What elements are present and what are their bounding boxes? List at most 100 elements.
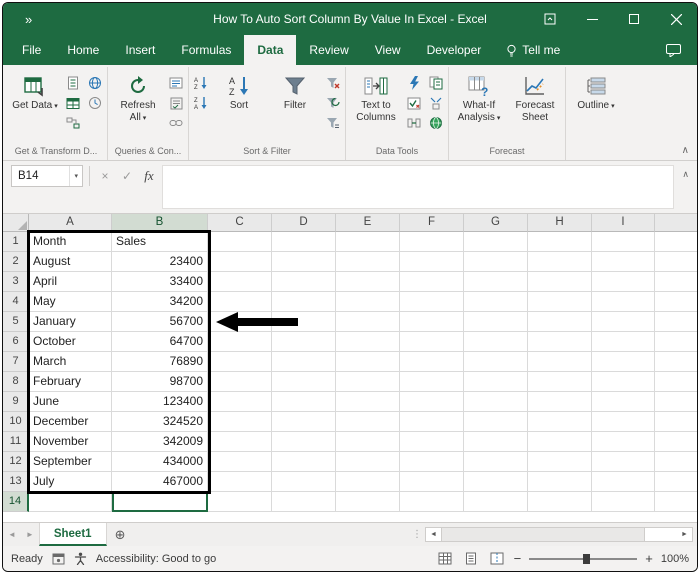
row-header-3[interactable]: 3 — [3, 272, 29, 292]
cell-I3[interactable] — [592, 272, 655, 292]
outline-button[interactable]: Outline — [569, 70, 623, 114]
cell-I5[interactable] — [592, 312, 655, 332]
sort-az-icon[interactable]: AZ — [192, 75, 210, 91]
cell-A3[interactable]: April — [29, 272, 112, 292]
confirm-entry-icon[interactable]: ✓ — [118, 165, 136, 187]
from-text-csv-icon[interactable] — [64, 75, 82, 91]
row-header-6[interactable]: 6 — [3, 332, 29, 352]
get-data-button[interactable]: Get Data — [8, 70, 62, 114]
cell-I2[interactable] — [592, 252, 655, 272]
cell-D10[interactable] — [272, 412, 336, 432]
forecast-sheet-button[interactable]: Forecast Sheet — [508, 70, 562, 126]
row-header-2[interactable]: 2 — [3, 252, 29, 272]
cell-I1[interactable] — [592, 232, 655, 252]
cell-B10[interactable]: 324520 — [112, 412, 208, 432]
cell-H1[interactable] — [528, 232, 592, 252]
cell-H3[interactable] — [528, 272, 592, 292]
cell-I6[interactable] — [592, 332, 655, 352]
column-header-B[interactable]: B — [112, 214, 208, 232]
cell-A6[interactable]: October — [29, 332, 112, 352]
cell-A13[interactable]: July — [29, 472, 112, 492]
zoom-level[interactable]: 100% — [661, 553, 689, 565]
name-box[interactable]: B14 — [11, 165, 83, 187]
cell-D9[interactable] — [272, 392, 336, 412]
cell-F10[interactable] — [400, 412, 464, 432]
cell-C6[interactable] — [208, 332, 272, 352]
cell-E14[interactable] — [336, 492, 400, 512]
sheet-nav-left-icon[interactable]: ◄ — [3, 530, 21, 539]
column-header-C[interactable]: C — [208, 214, 272, 232]
cell-D2[interactable] — [272, 252, 336, 272]
normal-view-icon[interactable] — [436, 550, 454, 568]
column-header-H[interactable]: H — [528, 214, 592, 232]
cell-G3[interactable] — [464, 272, 528, 292]
cell-E2[interactable] — [336, 252, 400, 272]
cell-F13[interactable] — [400, 472, 464, 492]
refresh-all-button[interactable]: Refresh All — [111, 70, 165, 126]
cell-D5[interactable] — [272, 312, 336, 332]
tab-formulas[interactable]: Formulas — [168, 35, 244, 65]
cell-B8[interactable]: 98700 — [112, 372, 208, 392]
row-header-11[interactable]: 11 — [3, 432, 29, 452]
cell-F3[interactable] — [400, 272, 464, 292]
row-header-5[interactable]: 5 — [3, 312, 29, 332]
macro-record-icon[interactable] — [52, 553, 65, 565]
cell-F12[interactable] — [400, 452, 464, 472]
cell-H7[interactable] — [528, 352, 592, 372]
column-header-I[interactable]: I — [592, 214, 655, 232]
tab-view[interactable]: View — [362, 35, 414, 65]
cell-H10[interactable] — [528, 412, 592, 432]
tab-data[interactable]: Data — [244, 35, 297, 65]
sort-button[interactable]: AZ Sort — [212, 70, 266, 114]
cell-H4[interactable] — [528, 292, 592, 312]
page-layout-view-icon[interactable] — [462, 550, 480, 568]
cell-F8[interactable] — [400, 372, 464, 392]
cell-G7[interactable] — [464, 352, 528, 372]
cell-D8[interactable] — [272, 372, 336, 392]
cell-E1[interactable] — [336, 232, 400, 252]
cell-F2[interactable] — [400, 252, 464, 272]
cell-B13[interactable]: 467000 — [112, 472, 208, 492]
horizontal-scrollbar[interactable]: ◄ ► — [425, 527, 693, 542]
cell-A5[interactable]: January — [29, 312, 112, 332]
cell-C11[interactable] — [208, 432, 272, 452]
cell-C13[interactable] — [208, 472, 272, 492]
cell-B2[interactable]: 23400 — [112, 252, 208, 272]
cell-I4[interactable] — [592, 292, 655, 312]
cell-E5[interactable] — [336, 312, 400, 332]
existing-connections-icon[interactable] — [64, 115, 82, 131]
cell-G13[interactable] — [464, 472, 528, 492]
what-if-analysis-button[interactable]: ? What-If Analysis — [452, 70, 506, 126]
recent-sources-icon[interactable] — [86, 95, 104, 111]
cell-B11[interactable]: 342009 — [112, 432, 208, 452]
accessibility-status[interactable]: Accessibility: Good to go — [96, 553, 216, 565]
row-header-8[interactable]: 8 — [3, 372, 29, 392]
cell-C14[interactable] — [208, 492, 272, 512]
cell-I13[interactable] — [592, 472, 655, 492]
cell-E11[interactable] — [336, 432, 400, 452]
cell-C12[interactable] — [208, 452, 272, 472]
cell-A1[interactable]: Month — [29, 232, 112, 252]
quick-access-toolbar[interactable]: » — [25, 12, 32, 27]
cell-G12[interactable] — [464, 452, 528, 472]
column-header-F[interactable]: F — [400, 214, 464, 232]
zoom-slider[interactable] — [529, 553, 638, 564]
cell-I14[interactable] — [592, 492, 655, 512]
cell-A2[interactable]: August — [29, 252, 112, 272]
cell-C4[interactable] — [208, 292, 272, 312]
properties-icon[interactable] — [167, 95, 185, 111]
cell-A7[interactable]: March — [29, 352, 112, 372]
cell-D7[interactable] — [272, 352, 336, 372]
cell-C1[interactable] — [208, 232, 272, 252]
cell-I10[interactable] — [592, 412, 655, 432]
cell-G5[interactable] — [464, 312, 528, 332]
cell-D14[interactable] — [272, 492, 336, 512]
formula-input[interactable] — [162, 165, 675, 209]
cell-G1[interactable] — [464, 232, 528, 252]
cell-A10[interactable]: December — [29, 412, 112, 432]
cell-I7[interactable] — [592, 352, 655, 372]
row-header-13[interactable]: 13 — [3, 472, 29, 492]
cell-B3[interactable]: 33400 — [112, 272, 208, 292]
cell-H6[interactable] — [528, 332, 592, 352]
formula-bar-expand-icon[interactable]: ∧ — [678, 165, 691, 180]
